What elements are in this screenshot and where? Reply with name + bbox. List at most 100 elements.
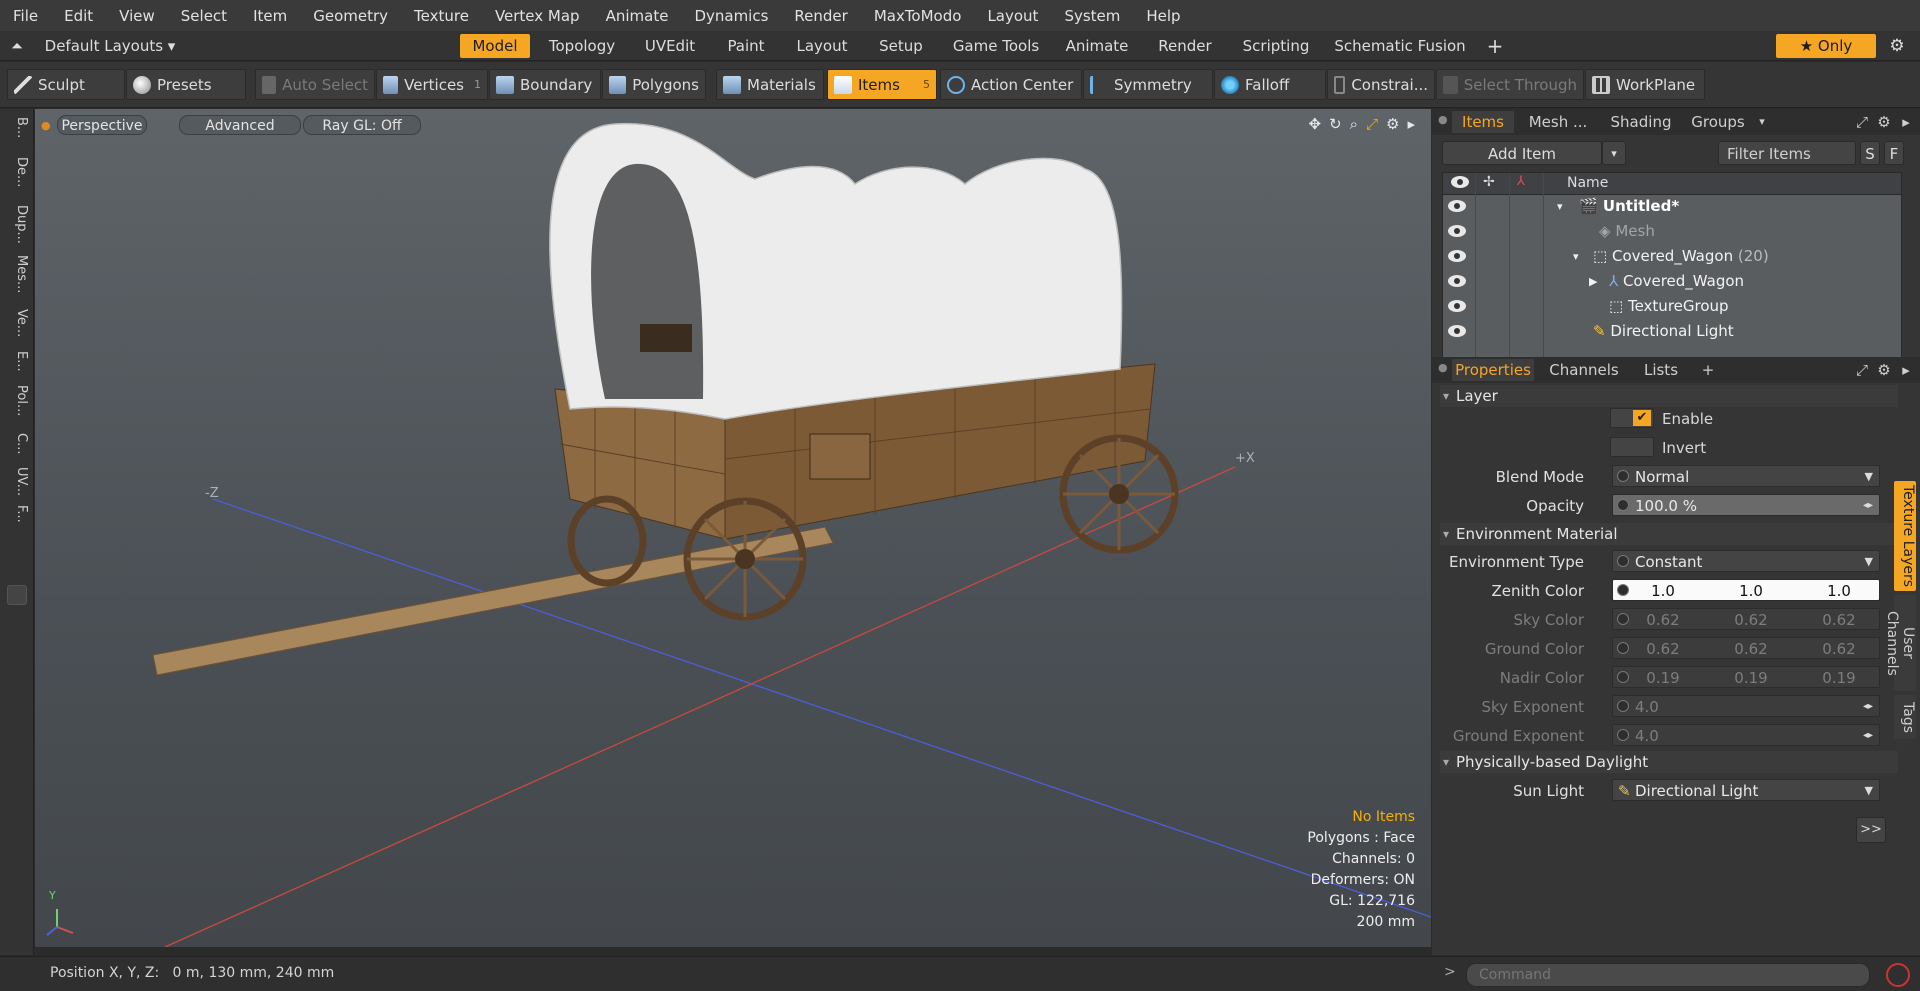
menu-file[interactable]: File	[0, 7, 51, 25]
left-tab-vertex[interactable]: Ve...	[5, 309, 29, 347]
tab-schematic-fusion[interactable]: Schematic Fusion	[1332, 34, 1468, 58]
panel-menu-icon[interactable]: ●	[1438, 361, 1448, 374]
left-tab-curve[interactable]: C...	[5, 433, 29, 463]
panel-maximize-icon[interactable]: ⤢	[1852, 359, 1872, 381]
menu-render[interactable]: Render	[781, 7, 860, 25]
pan-icon[interactable]: ✥	[1308, 115, 1321, 133]
expand-arrow-icon[interactable]: ▾	[1573, 244, 1579, 269]
expand-arrow-icon[interactable]: ▾	[1557, 194, 1563, 219]
side-tab-user-channels[interactable]: User Channels	[1884, 595, 1916, 691]
sun-light-dropdown[interactable]: ✎ Directional Light ▼	[1612, 779, 1880, 801]
ground-g[interactable]: 0.62	[1721, 638, 1781, 660]
visibility-eye-icon[interactable]	[1448, 200, 1466, 212]
tab-setup[interactable]: Setup	[870, 34, 932, 58]
enable-checkbox[interactable]: ✔	[1610, 408, 1654, 428]
slider-arrows-icon[interactable]: ◂▸	[1863, 725, 1873, 747]
sky-exponent-slider[interactable]: 4.0 ◂▸	[1612, 695, 1880, 717]
nadir-b[interactable]: 0.19	[1809, 667, 1869, 689]
tree-row-texture-group[interactable]: ⬚ TextureGroup	[1443, 294, 1901, 319]
add-item-dropdown[interactable]: ▾	[1602, 141, 1626, 165]
command-input[interactable]	[1466, 963, 1870, 987]
ground-b[interactable]: 0.62	[1809, 638, 1869, 660]
left-tab-edge[interactable]: E...	[5, 351, 29, 381]
tab-game-tools[interactable]: Game Tools	[946, 34, 1046, 58]
viewport-settings-icon[interactable]: ⚙	[1386, 115, 1399, 133]
add-tab-button[interactable]: +	[1696, 359, 1720, 381]
panel-menu-icon[interactable]: ●	[1438, 113, 1448, 126]
tab-channels[interactable]: Channels	[1544, 359, 1624, 381]
left-tab-fusion[interactable]: F...	[5, 505, 29, 539]
tree-row-group[interactable]: ▾ ⬚ Covered_Wagon (20)	[1443, 244, 1901, 269]
collapse-arrow-icon[interactable]: ▶	[1589, 269, 1597, 294]
symmetry-button[interactable]: Symmetry	[1083, 69, 1213, 100]
menu-geometry[interactable]: Geometry	[300, 7, 401, 25]
filter-items-field[interactable]: Filter Items	[1718, 141, 1856, 165]
menu-animate[interactable]: Animate	[593, 7, 682, 25]
3d-viewport[interactable]: -Z +X Y ● Perspective Advanced Ray GL: O…	[35, 109, 1431, 947]
menu-edit[interactable]: Edit	[51, 7, 106, 25]
tab-scripting[interactable]: Scripting	[1236, 34, 1316, 58]
sky-g[interactable]: 0.62	[1721, 609, 1781, 631]
visibility-eye-icon[interactable]	[1448, 250, 1466, 262]
action-center-button[interactable]: Action Center	[940, 69, 1082, 100]
select-through-button[interactable]: Select Through	[1436, 69, 1584, 100]
opacity-slider[interactable]: 100.0 % ◂▸	[1612, 494, 1880, 516]
visibility-eye-icon[interactable]	[1448, 225, 1466, 237]
vertices-button[interactable]: Vertices 1	[376, 69, 488, 100]
tab-properties[interactable]: Properties	[1452, 359, 1534, 381]
ground-r[interactable]: 0.62	[1633, 638, 1693, 660]
menu-layout[interactable]: Layout	[974, 7, 1051, 25]
blend-mode-dropdown[interactable]: Normal ▼	[1612, 465, 1880, 487]
advanced-button[interactable]: Advanced	[179, 115, 301, 135]
slider-arrows-icon[interactable]: ◂▸	[1863, 696, 1873, 718]
tabs-overflow-icon[interactable]: ▾	[1752, 111, 1772, 133]
nadir-r[interactable]: 0.19	[1633, 667, 1693, 689]
sky-b[interactable]: 0.62	[1809, 609, 1869, 631]
panel-gear-icon[interactable]: ⚙	[1874, 359, 1894, 381]
env-type-dropdown[interactable]: Constant ▼	[1612, 550, 1880, 572]
tab-model[interactable]: Model	[460, 34, 530, 58]
rotate-icon[interactable]: ↻	[1329, 115, 1342, 133]
invert-checkbox[interactable]	[1610, 437, 1654, 457]
menu-item[interactable]: Item	[240, 7, 300, 25]
zenith-r[interactable]: 1.0	[1633, 580, 1693, 602]
tab-topology[interactable]: Topology	[540, 34, 624, 58]
tree-row-scene[interactable]: ▾ 🎬 Untitled*	[1443, 194, 1901, 219]
zoom-icon[interactable]: ⌕	[1350, 115, 1358, 133]
items-button[interactable]: Items 5	[827, 69, 937, 100]
panel-gear-icon[interactable]: ⚙	[1874, 111, 1894, 133]
layout-selector[interactable]: Default Layouts ▾	[40, 34, 180, 58]
zenith-g[interactable]: 1.0	[1721, 580, 1781, 602]
tree-row-mesh[interactable]: ◈ Mesh	[1443, 219, 1901, 244]
left-strip-toggle[interactable]	[7, 585, 27, 605]
panel-expand-icon[interactable]: ▸	[1896, 111, 1916, 133]
record-icon[interactable]	[1886, 963, 1910, 987]
left-tab-polygon[interactable]: Pol...	[5, 385, 29, 429]
tab-animate[interactable]: Animate	[1060, 34, 1134, 58]
tab-uvedit[interactable]: UVEdit	[636, 34, 704, 58]
tab-render[interactable]: Render	[1150, 34, 1220, 58]
only-button[interactable]: ★ Only	[1776, 34, 1876, 58]
left-tab-uv[interactable]: UV...	[5, 467, 29, 501]
left-tab-basic[interactable]: B...	[5, 117, 29, 153]
section-environment-material[interactable]: Environment Material	[1440, 523, 1898, 545]
menu-vertex-map[interactable]: Vertex Map	[482, 7, 593, 25]
slider-arrows-icon[interactable]: ◂▸	[1863, 495, 1873, 517]
more-button[interactable]: >>	[1856, 817, 1886, 843]
add-tab-icon[interactable]: +	[1482, 34, 1508, 58]
menu-maxtomodo[interactable]: MaxToModo	[861, 7, 975, 25]
tab-groups[interactable]: Groups	[1686, 111, 1750, 133]
filter-s-button[interactable]: S	[1860, 141, 1880, 165]
side-tab-texture-layers[interactable]: Texture Layers	[1894, 481, 1916, 591]
constraints-button[interactable]: Constrai...	[1327, 69, 1435, 100]
nadir-color-field[interactable]: 0.19 0.19 0.19	[1612, 666, 1880, 688]
left-tab-mesh-edit[interactable]: Mes...	[5, 255, 29, 305]
add-item-button[interactable]: Add Item	[1442, 141, 1602, 165]
visibility-eye-icon[interactable]	[1448, 325, 1466, 337]
side-tab-tags[interactable]: Tags	[1894, 695, 1916, 739]
fit-icon[interactable]: ⤢	[1366, 115, 1378, 133]
boundary-button[interactable]: Boundary	[489, 69, 601, 100]
panel-expand-icon[interactable]: ▸	[1896, 359, 1916, 381]
layout-collapse-icon[interactable]: ⏶	[8, 34, 26, 58]
ground-color-field[interactable]: 0.62 0.62 0.62	[1612, 637, 1880, 659]
